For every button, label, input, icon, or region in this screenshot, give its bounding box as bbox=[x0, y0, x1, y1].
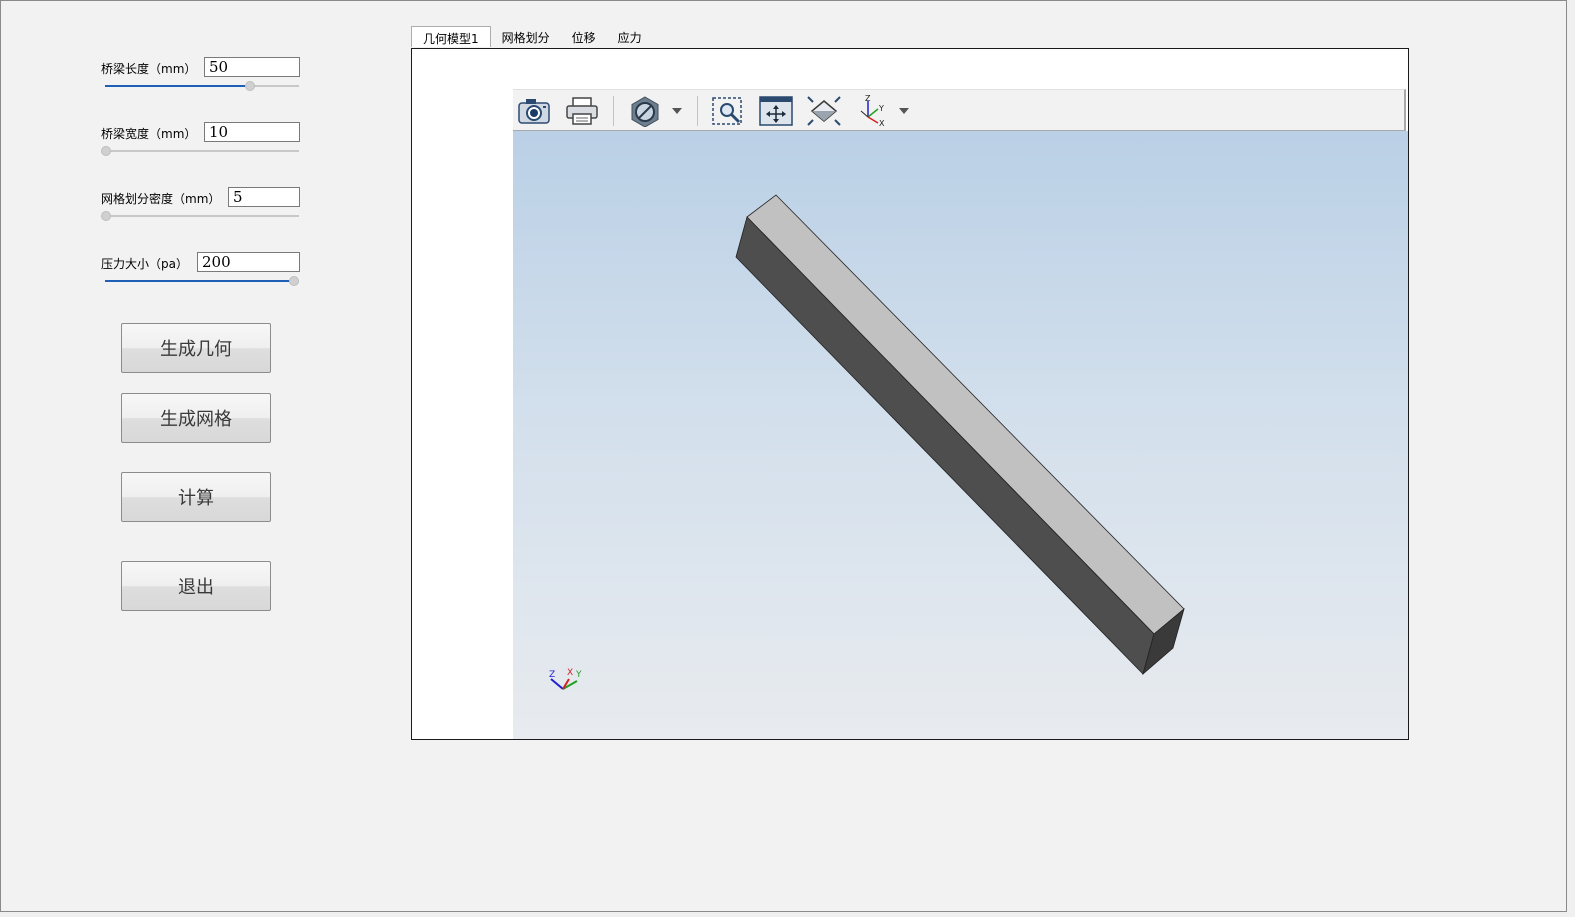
bridge-length-input[interactable] bbox=[204, 57, 300, 77]
mesh-density-slider[interactable] bbox=[101, 210, 299, 222]
generate-geometry-button[interactable]: 生成几何 bbox=[121, 323, 271, 373]
triad-z-label: Z bbox=[549, 670, 555, 680]
slider-handle[interactable] bbox=[245, 81, 255, 91]
bridge-width-slider[interactable] bbox=[101, 145, 299, 157]
beam-side-face bbox=[735, 216, 1155, 675]
tab-geometry-model[interactable]: 几何模型1 bbox=[411, 26, 491, 47]
viewer-toolbar: Z Y X bbox=[513, 89, 1406, 131]
3d-scene-canvas[interactable]: Z X Y bbox=[513, 131, 1408, 739]
chevron-down-icon[interactable] bbox=[670, 102, 684, 120]
svg-text:Y: Y bbox=[878, 104, 884, 113]
zoom-box-icon[interactable] bbox=[710, 94, 746, 128]
bridge-length-label: 桥梁长度（mm） bbox=[101, 62, 197, 76]
generate-mesh-button[interactable]: 生成网格 bbox=[121, 393, 271, 443]
compute-button[interactable]: 计算 bbox=[121, 472, 271, 522]
exit-button[interactable]: 退出 bbox=[121, 561, 271, 611]
bridge-width-label: 桥梁宽度（mm） bbox=[101, 127, 197, 141]
fit-all-icon[interactable] bbox=[758, 94, 794, 128]
view-axes-icon[interactable]: Z Y X bbox=[854, 94, 890, 128]
axis-triad: Z X Y bbox=[549, 668, 582, 690]
tab-stress[interactable]: 应力 bbox=[607, 26, 653, 48]
beam-model bbox=[735, 194, 1185, 676]
chevron-down-icon[interactable] bbox=[897, 102, 911, 120]
tab-bar: 几何模型1 网格划分 位移 应力 bbox=[411, 26, 653, 48]
tab-displacement[interactable]: 位移 bbox=[561, 26, 607, 48]
pressure-slider[interactable] bbox=[105, 275, 299, 287]
mesh-density-label: 网格划分密度（mm） bbox=[101, 192, 221, 206]
toolbar-separator bbox=[613, 96, 614, 126]
beam-top-face bbox=[746, 194, 1185, 635]
zoom-extents-icon[interactable] bbox=[806, 94, 842, 128]
camera-icon[interactable] bbox=[516, 94, 552, 128]
tab-mesh[interactable]: 网格划分 bbox=[491, 26, 561, 48]
pressure-input[interactable] bbox=[197, 252, 300, 272]
slider-handle[interactable] bbox=[101, 146, 111, 156]
triad-x-label: X bbox=[567, 668, 573, 678]
print-icon[interactable] bbox=[564, 94, 600, 128]
mesh-density-input[interactable] bbox=[228, 187, 300, 207]
svg-text:Z: Z bbox=[865, 95, 871, 103]
bridge-width-input[interactable] bbox=[204, 122, 300, 142]
slider-handle[interactable] bbox=[101, 211, 111, 221]
toolbar-separator bbox=[697, 96, 698, 126]
bridge-length-slider[interactable] bbox=[105, 80, 299, 92]
triad-y-label: Y bbox=[575, 670, 582, 680]
pressure-label: 压力大小（pa） bbox=[101, 257, 188, 271]
display-mode-icon[interactable] bbox=[627, 94, 663, 128]
3d-viewer: Z Y X Z X Y bbox=[513, 89, 1408, 739]
svg-text:X: X bbox=[879, 119, 885, 127]
slider-handle[interactable] bbox=[289, 276, 299, 286]
